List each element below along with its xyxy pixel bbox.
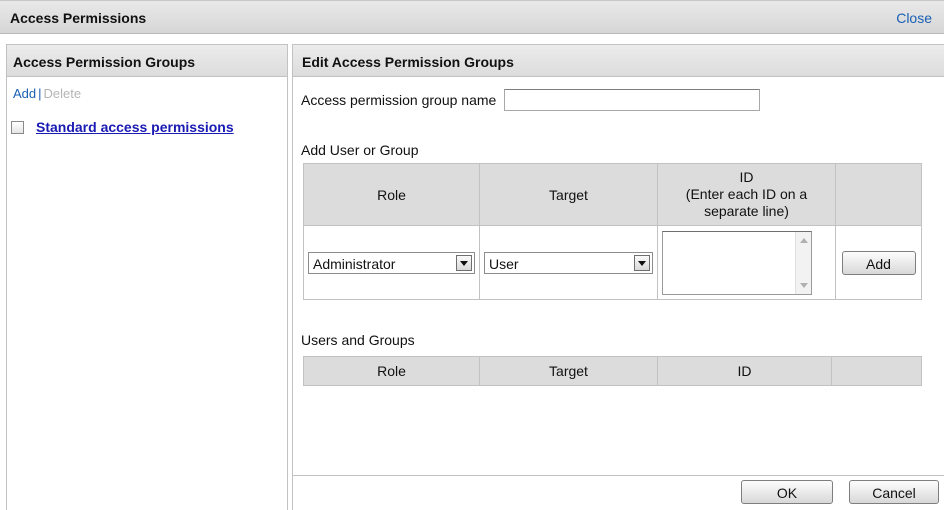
col-id-header: ID (Enter each ID on a separate line) xyxy=(657,163,836,226)
chevron-down-icon[interactable] xyxy=(634,254,650,271)
group-name-input[interactable] xyxy=(504,89,761,111)
delete-group-link[interactable]: Delete xyxy=(44,86,82,101)
group-list-item: Standard access permissions xyxy=(11,119,234,135)
action-separator: | xyxy=(38,86,42,101)
target-select-value: User xyxy=(489,255,519,272)
group-link-standard[interactable]: Standard access permissions xyxy=(36,119,234,135)
right-pane-header: Edit Access Permission Groups xyxy=(293,45,944,77)
add-user-button[interactable]: Add xyxy=(841,250,916,275)
add-group-link[interactable]: Add xyxy=(13,86,36,101)
dialog-footer: OK Cancel xyxy=(293,475,944,510)
id-cell xyxy=(657,225,836,300)
add-user-table: Role Target ID (Enter each ID on a separ… xyxy=(303,163,922,300)
col-id-header-line3: separate line) xyxy=(704,203,789,219)
textarea-scrollbar[interactable] xyxy=(795,231,811,294)
role-cell: Administrator xyxy=(303,225,480,300)
users-col-target-header: Target xyxy=(479,356,658,386)
users-and-groups-table: Role Target ID xyxy=(303,356,922,386)
users-and-groups-label: Users and Groups xyxy=(301,332,415,348)
users-col-action-header xyxy=(831,356,922,386)
scroll-up-icon[interactable] xyxy=(800,237,808,243)
col-role-header: Role xyxy=(303,163,480,226)
col-action-header xyxy=(835,163,922,226)
add-user-or-group-label: Add User or Group xyxy=(301,142,419,158)
window-title: Access Permissions xyxy=(10,10,147,26)
left-pane-header: Access Permission Groups xyxy=(7,45,287,77)
col-id-header-line2: (Enter each ID on a xyxy=(685,186,808,202)
col-id-header-line1: ID xyxy=(739,169,754,185)
chevron-down-icon[interactable] xyxy=(456,254,472,271)
id-textarea[interactable] xyxy=(662,230,812,295)
add-action-cell: Add xyxy=(835,225,922,300)
role-select-value: Administrator xyxy=(313,255,396,272)
target-select[interactable]: User xyxy=(484,251,653,274)
group-name-label: Access permission group name xyxy=(301,92,497,108)
users-col-id-header: ID xyxy=(657,356,832,386)
scroll-down-icon[interactable] xyxy=(800,282,808,288)
group-name-row: Access permission group name xyxy=(301,89,761,111)
group-checkbox[interactable] xyxy=(11,120,24,134)
group-actions: Add | Delete xyxy=(13,86,81,101)
col-target-header: Target xyxy=(479,163,658,226)
window-titlebar: Access Permissions Close xyxy=(0,0,944,34)
ok-button[interactable]: OK xyxy=(741,480,833,504)
cancel-button[interactable]: Cancel xyxy=(849,480,939,504)
close-link[interactable]: Close xyxy=(896,10,932,26)
role-select[interactable]: Administrator xyxy=(308,251,475,274)
access-permission-groups-pane: Access Permission Groups Add | Delete Stan… xyxy=(6,44,288,510)
target-cell: User xyxy=(479,225,658,300)
users-col-role-header: Role xyxy=(303,356,480,386)
edit-access-permission-groups-pane: Edit Access Permission Groups Access per… xyxy=(292,44,944,510)
